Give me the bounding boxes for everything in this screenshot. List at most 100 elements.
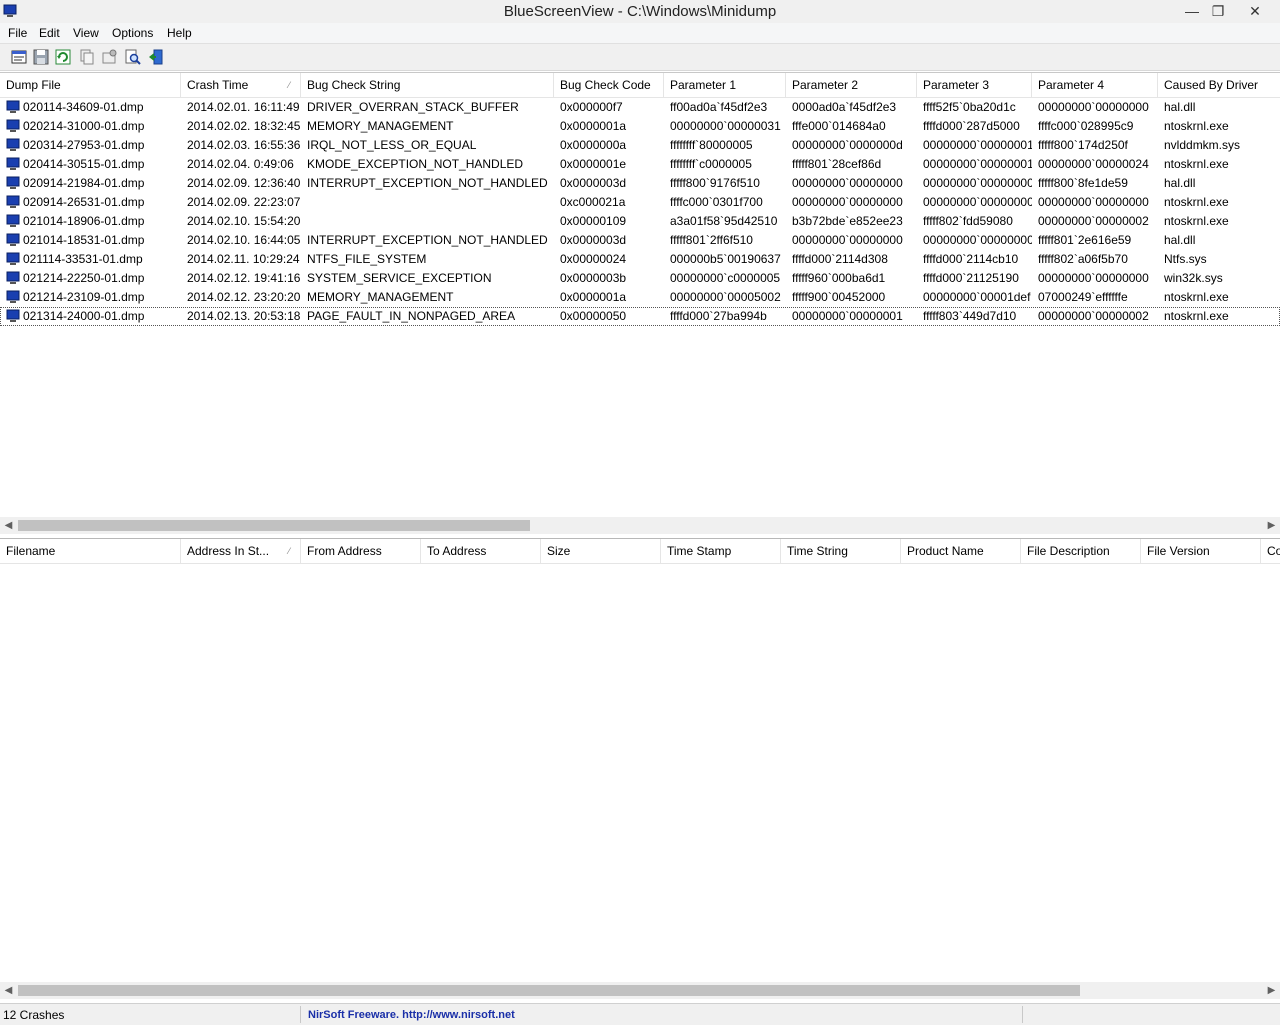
cell-parameter-2: 0000ad0a`f45df2e3	[792, 100, 897, 114]
cell-parameter-1: 00000000`00005002	[670, 290, 781, 304]
column-time-stamp[interactable]: Time Stamp	[661, 539, 781, 563]
column-parameter-4[interactable]: Parameter 4	[1032, 73, 1158, 97]
column-dump-file[interactable]: Dump File	[0, 73, 181, 97]
module-list[interactable]: Filename Address In St... ⁄ From Address…	[0, 538, 1280, 983]
find-icon[interactable]	[124, 48, 142, 66]
column-crash-time[interactable]: Crash Time ⁄	[181, 73, 301, 97]
cell-parameter-4: 07000249`effffffe	[1038, 290, 1128, 304]
column-size[interactable]: Size	[541, 539, 661, 563]
table-row[interactable]: 020114-34609-01.dmp 2014.02.01. 16:11:49 D…	[0, 98, 1280, 117]
table-row[interactable]: 021214-22250-01.dmp 2014.02.12. 19:41:16 S…	[0, 269, 1280, 288]
scroll-right-icon[interactable]: ▶	[1263, 982, 1280, 999]
cell-crash-time: 2014.02.04. 0:49:06	[187, 157, 294, 171]
sort-indicator-icon: ⁄	[288, 80, 290, 90]
cell-parameter-1: fffff801`2ff6f510	[670, 233, 753, 247]
toolbar	[0, 44, 1280, 71]
copy-icon[interactable]	[78, 48, 96, 66]
menu-file[interactable]: File	[6, 23, 29, 43]
column-bug-check-code[interactable]: Bug Check Code	[554, 73, 664, 97]
column-to-address[interactable]: To Address	[421, 539, 541, 563]
cell-bug-check-code: 0xc000021a	[560, 195, 626, 209]
cell-bug-check-string: MEMORY_MANAGEMENT	[307, 290, 454, 304]
menu-bar: File Edit View Options Help	[0, 23, 1280, 44]
column-caused-by-driver[interactable]: Caused By Driver	[1158, 73, 1280, 97]
cell-parameter-2: 00000000`0000000d	[792, 138, 903, 152]
column-file-description[interactable]: File Description	[1021, 539, 1141, 563]
column-file-version[interactable]: File Version	[1141, 539, 1261, 563]
table-row[interactable]: 020214-31000-01.dmp 2014.02.02. 18:32:45 M…	[0, 117, 1280, 136]
cell-parameter-1: ffffd000`27ba994b	[670, 309, 767, 323]
column-filename[interactable]: Filename	[0, 539, 181, 563]
status-bar: 12 Crashes NirSoft Freeware. http://www.…	[0, 1003, 1280, 1025]
cell-bug-check-string	[301, 193, 554, 212]
cell-bug-check-string: DRIVER_OVERRAN_STACK_BUFFER	[307, 100, 519, 114]
status-divider	[300, 1006, 301, 1023]
scroll-right-icon[interactable]: ▶	[1263, 517, 1280, 534]
minimize-button[interactable]: —	[1178, 0, 1206, 23]
column-parameter-2[interactable]: Parameter 2	[786, 73, 917, 97]
cell-bug-check-code: 0x00000109	[560, 214, 627, 228]
cell-crash-time: 2014.02.10. 16:44:05	[187, 233, 301, 247]
column-from-address[interactable]: From Address	[301, 539, 421, 563]
cell-caused-by-driver: ntoskrnl.exe	[1164, 157, 1229, 171]
cell-parameter-3: 00000000`00000001	[923, 138, 1032, 152]
table-row[interactable]: 021214-23109-01.dmp 2014.02.12. 23:20:20 M…	[0, 288, 1280, 307]
sort-indicator-icon: ⁄	[288, 546, 290, 556]
cell-crash-time: 2014.02.01. 16:11:49	[187, 100, 300, 114]
nirsoft-link[interactable]: NirSoft Freeware. http://www.nirsoft.net	[308, 1007, 515, 1023]
column-bug-check-string[interactable]: Bug Check String	[301, 73, 554, 97]
cell-parameter-3: ffffd000`287d5000	[923, 119, 1020, 133]
table-row[interactable]: 020914-21984-01.dmp 2014.02.09. 12:36:40 I…	[0, 174, 1280, 193]
column-parameter-3[interactable]: Parameter 3	[917, 73, 1032, 97]
table-row[interactable]: 020414-30515-01.dmp 2014.02.04. 0:49:06 KM…	[0, 155, 1280, 174]
cell-parameter-4: 00000000`00000000	[1038, 100, 1149, 114]
table-row[interactable]: 021014-18906-01.dmp 2014.02.10. 15:54:20 0…	[0, 212, 1280, 231]
cell-crash-time: 2014.02.03. 16:55:36	[187, 138, 301, 152]
menu-help[interactable]: Help	[165, 23, 194, 43]
advanced-options-icon[interactable]	[101, 48, 119, 66]
cell-parameter-2: fffff900`00452000	[792, 290, 886, 304]
cell-parameter-4: fffff800`8fe1de59	[1038, 176, 1128, 190]
status-divider	[1022, 1006, 1023, 1023]
scroll-left-icon[interactable]: ◀	[0, 517, 17, 534]
cell-crash-time: 2014.02.11. 10:29:24	[187, 252, 300, 266]
save-icon[interactable]	[32, 48, 50, 66]
cell-parameter-1: ffffc000`0301f700	[670, 195, 763, 209]
column-time-string[interactable]: Time String	[781, 539, 901, 563]
exit-icon[interactable]	[147, 48, 165, 66]
scroll-thumb[interactable]	[18, 520, 530, 531]
cell-caused-by-driver: win32k.sys	[1164, 271, 1223, 285]
table-row[interactable]: 021014-18531-01.dmp 2014.02.10. 16:44:05 I…	[0, 231, 1280, 250]
column-company[interactable]: Co	[1261, 539, 1280, 563]
properties-icon[interactable]	[10, 48, 28, 66]
table-row[interactable]: 021114-33531-01.dmp 2014.02.11. 10:29:24 N…	[0, 250, 1280, 269]
cell-parameter-1: ffffffff`80000005	[670, 138, 753, 152]
table-row[interactable]: 021314-24000-01.dmp 2014.02.13. 20:53:18 P…	[0, 307, 1280, 326]
menu-edit[interactable]: Edit	[37, 23, 62, 43]
cell-parameter-1: 00000000`00000031	[670, 119, 781, 133]
column-parameter-1[interactable]: Parameter 1	[664, 73, 786, 97]
menu-view[interactable]: View	[71, 23, 101, 43]
column-address-in-stack[interactable]: Address In St... ⁄	[181, 539, 301, 563]
cell-caused-by-driver: ntoskrnl.exe	[1164, 290, 1229, 304]
cell-parameter-4: 00000000`00000024	[1038, 157, 1149, 171]
column-product-name[interactable]: Product Name	[901, 539, 1021, 563]
close-button[interactable]: ✕	[1240, 0, 1270, 23]
scroll-thumb[interactable]	[18, 985, 1080, 996]
cell-bug-check-code: 0x0000001e	[560, 157, 627, 171]
crash-list[interactable]: Dump File Crash Time ⁄ Bug Check String …	[0, 72, 1280, 519]
restore-button[interactable]: ❐	[1204, 0, 1232, 23]
table-row[interactable]: 020914-26531-01.dmp 2014.02.09. 22:23:07 0…	[0, 193, 1280, 212]
scroll-left-icon[interactable]: ◀	[0, 982, 17, 999]
table-row[interactable]: 020314-27953-01.dmp 2014.02.03. 16:55:36 I…	[0, 136, 1280, 155]
menu-options[interactable]: Options	[110, 23, 155, 43]
refresh-icon[interactable]	[54, 48, 72, 66]
cell-crash-time: 2014.02.09. 22:23:07	[187, 195, 301, 209]
cell-dump-file: 021114-33531-01.dmp	[23, 252, 143, 266]
cell-caused-by-driver: ntoskrnl.exe	[1164, 214, 1229, 228]
crash-list-scrollbar[interactable]: ◀ ▶	[0, 517, 1280, 534]
cell-parameter-3: ffffd000`2114cb10	[923, 252, 1019, 266]
cell-parameter-3: fffff803`449d7d10	[923, 309, 1017, 323]
column-address-in-stack-label: Address In St...	[187, 544, 270, 558]
module-list-scrollbar[interactable]: ◀ ▶	[0, 982, 1280, 999]
